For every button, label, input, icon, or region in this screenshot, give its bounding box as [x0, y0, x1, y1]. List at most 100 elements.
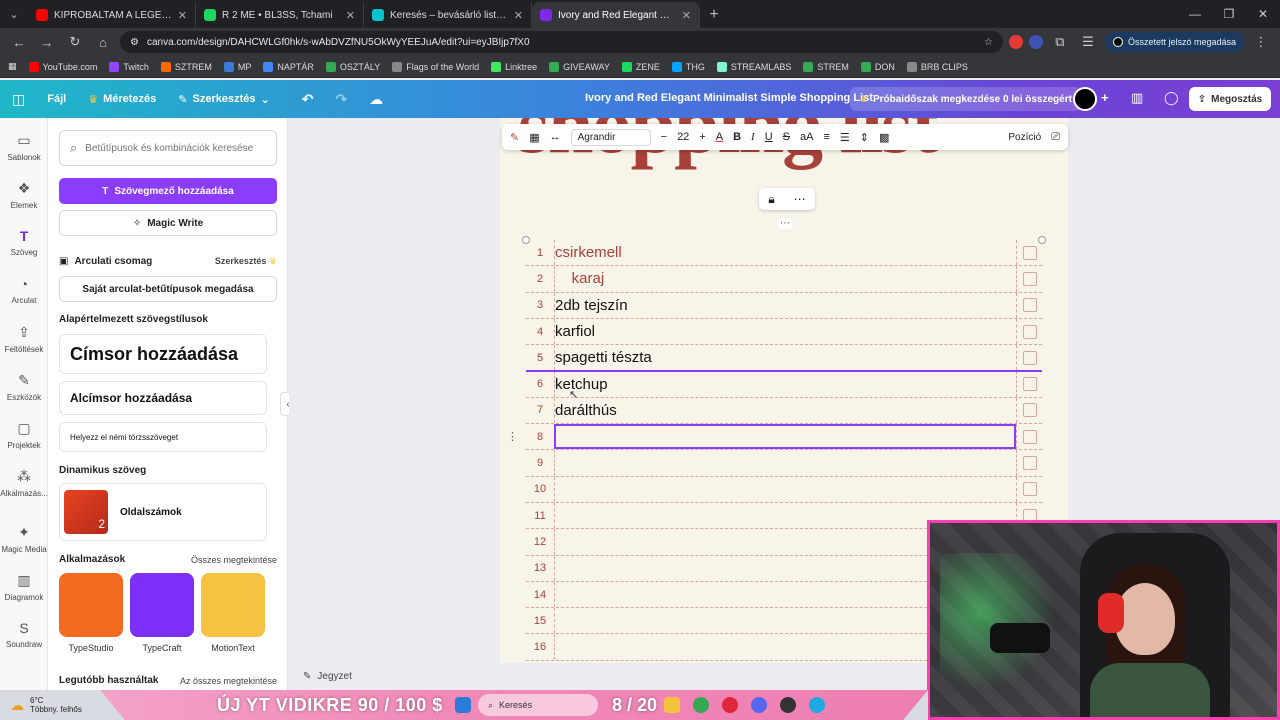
row-checkbox-cell[interactable] [1016, 318, 1042, 345]
row-text-cell[interactable]: 2db tejszín [554, 292, 1016, 318]
row-text-cell[interactable] [554, 424, 1016, 450]
row-text-cell[interactable]: spagetti tészta [554, 345, 1016, 371]
row-checkbox-cell[interactable] [1016, 450, 1042, 476]
tab-search-icon[interactable]: ⌄ [0, 0, 28, 28]
rail-item[interactable]: ▢ Projektek [0, 420, 48, 450]
font-size-increase-icon[interactable]: + [699, 131, 705, 143]
site-info-icon[interactable]: ⚙ [130, 37, 139, 48]
weather-widget[interactable]: ☁ 6°C Többny. felhős [0, 696, 100, 714]
apps-grid-icon[interactable]: ▦ [8, 61, 17, 72]
row-options-icon[interactable]: ⋮ [507, 430, 518, 443]
reload-icon[interactable]: ↻ [64, 31, 86, 53]
list-row[interactable]: 8 [526, 424, 1042, 451]
row-text-cell[interactable]: ketchup [554, 371, 1016, 397]
list-row[interactable]: 7 darálthús [526, 397, 1042, 425]
tab-list-icon[interactable]: ☰ [1077, 31, 1099, 53]
browser-tab[interactable]: KIPRÓBÁLTAM A LEGENDÁS KÁ ✕ [28, 2, 196, 28]
edit-mode-button[interactable]: ✎ Szerkesztés ⌄ [178, 93, 269, 106]
drag-handle-icon[interactable]: ⋯ [777, 218, 793, 229]
magic-write-button[interactable]: ✧ Magic Write [59, 210, 277, 236]
app-tile[interactable]: TypeStudio [59, 573, 123, 653]
tab-close-icon[interactable]: ✕ [682, 9, 691, 22]
row-text-cell[interactable]: csirkemell [554, 240, 1016, 266]
comment-icon[interactable]: ◯ [1164, 90, 1179, 106]
list-row[interactable]: 3 2db tejszín [526, 292, 1042, 319]
extension-blue-icon[interactable] [1028, 35, 1043, 49]
row-checkbox-cell[interactable] [1016, 345, 1042, 371]
cloud-save-icon[interactable]: ☁ [369, 91, 383, 108]
bold-icon[interactable]: B [733, 131, 741, 143]
bookmark-item[interactable]: STREM [803, 61, 849, 72]
brand-fonts-button[interactable]: Saját arculat-betűtípusok megadása [59, 276, 277, 302]
rail-item[interactable]: ⁂ Alkalmazás... [0, 468, 48, 498]
font-search-input[interactable] [85, 142, 266, 154]
bookmark-item[interactable]: Flags of the World [392, 61, 479, 72]
browser-tab[interactable]: Ivory and Red Elegant Minimalis ✕ [532, 2, 700, 28]
italic-icon[interactable]: I [751, 131, 755, 143]
add-subheading-button[interactable]: Alcímsor hozzáadása [59, 381, 267, 415]
list-row[interactable]: 2 karaj [526, 266, 1042, 293]
row-checkbox-cell[interactable] [1016, 240, 1042, 266]
share-button[interactable]: ⇪ Megosztás [1189, 87, 1271, 111]
add-textbox-button[interactable]: T Szövegmező hozzáadása [59, 178, 277, 204]
row-checkbox-cell[interactable] [1016, 424, 1042, 450]
copy-style-icon[interactable]: ⎚ [1051, 131, 1060, 144]
analytics-icon[interactable]: ▥ [1131, 90, 1143, 106]
windows-start-icon[interactable] [455, 697, 471, 713]
bookmark-item[interactable]: STREAMLABS [716, 61, 791, 72]
back-icon[interactable]: ← [8, 31, 30, 53]
forward-icon[interactable]: → [36, 31, 58, 53]
close-window-icon[interactable]: ✕ [1246, 0, 1280, 28]
letter-case-icon[interactable]: aA [800, 131, 813, 143]
add-heading-button[interactable]: Címsor hozzáadása [59, 334, 267, 374]
table-resize-handle[interactable] [1038, 236, 1046, 244]
tab-close-icon[interactable]: ✕ [346, 9, 355, 22]
opera-icon[interactable] [722, 697, 738, 713]
list-row[interactable]: 9 [526, 450, 1042, 477]
row-checkbox-cell[interactable] [1016, 397, 1042, 424]
apps-see-all-link[interactable]: Összes megtekintése [191, 555, 277, 565]
lock-icon[interactable]: 🔒︎ [768, 192, 774, 207]
bookmark-item[interactable]: GIVEAWAY [549, 61, 610, 72]
bookmark-item[interactable]: NAPTÁR [263, 61, 314, 72]
password-button[interactable]: Összetett jelszó megadása [1104, 32, 1244, 52]
redo-icon[interactable]: ↷ [335, 91, 347, 108]
row-text-cell[interactable] [554, 450, 1016, 476]
bookmark-item[interactable]: DON [860, 61, 895, 72]
rail-item[interactable]: ✦ Magic Media [0, 524, 48, 554]
menu-icon[interactable]: ⋮ [1250, 31, 1272, 53]
bookmark-item[interactable]: THG [671, 61, 705, 72]
row-text-cell[interactable]: karaj [554, 266, 1016, 292]
column-width-icon[interactable]: ↔ [550, 131, 561, 143]
discord-icon[interactable] [751, 697, 767, 713]
rail-item[interactable]: ✎ Eszközök [0, 372, 48, 402]
avatar[interactable] [1073, 87, 1097, 111]
undo-icon[interactable]: ↶ [302, 91, 314, 108]
document-title[interactable]: Ivory and Red Elegant Minimalist Simple … [585, 92, 873, 104]
align-icon[interactable]: ≡ [823, 131, 829, 143]
extension-red-icon[interactable] [1008, 35, 1023, 49]
font-size-decrease-icon[interactable]: − [661, 131, 667, 143]
list-row[interactable]: 5 spagetti tészta [526, 345, 1042, 372]
rail-item[interactable]: ❖ Elemek [0, 180, 48, 210]
page-numbers-button[interactable]: 2 Oldalszámok [59, 483, 267, 541]
color-pen-icon[interactable]: ✎ [510, 131, 519, 144]
add-collaborator-icon[interactable]: + [1101, 90, 1109, 105]
rail-item[interactable]: T Szöveg [0, 228, 48, 257]
recent-see-all-link[interactable]: Az összes megtekintése [180, 676, 277, 686]
bookmark-item[interactable]: YouTube.com [28, 61, 97, 72]
side-panel-toggle-icon[interactable]: ◫ [12, 91, 25, 108]
tab-close-icon[interactable]: ✕ [178, 9, 187, 22]
bookmark-item[interactable]: SZTREM [160, 61, 212, 72]
row-checkbox-cell[interactable] [1016, 371, 1042, 397]
font-search-field[interactable]: ⌕ [59, 130, 277, 166]
file-menu[interactable]: Fájl [47, 93, 66, 105]
transparency-icon[interactable]: ▩ [879, 131, 889, 144]
table-resize-handle[interactable] [522, 236, 530, 244]
position-button[interactable]: Pozíció [1008, 132, 1041, 143]
app-icon[interactable] [809, 697, 825, 713]
row-checkbox-cell[interactable] [1016, 476, 1042, 502]
bookmark-item[interactable]: Twitch [109, 61, 149, 72]
taskbar-search[interactable]: ⌕ Keresés [478, 694, 598, 716]
file-explorer-icon[interactable] [664, 697, 680, 713]
